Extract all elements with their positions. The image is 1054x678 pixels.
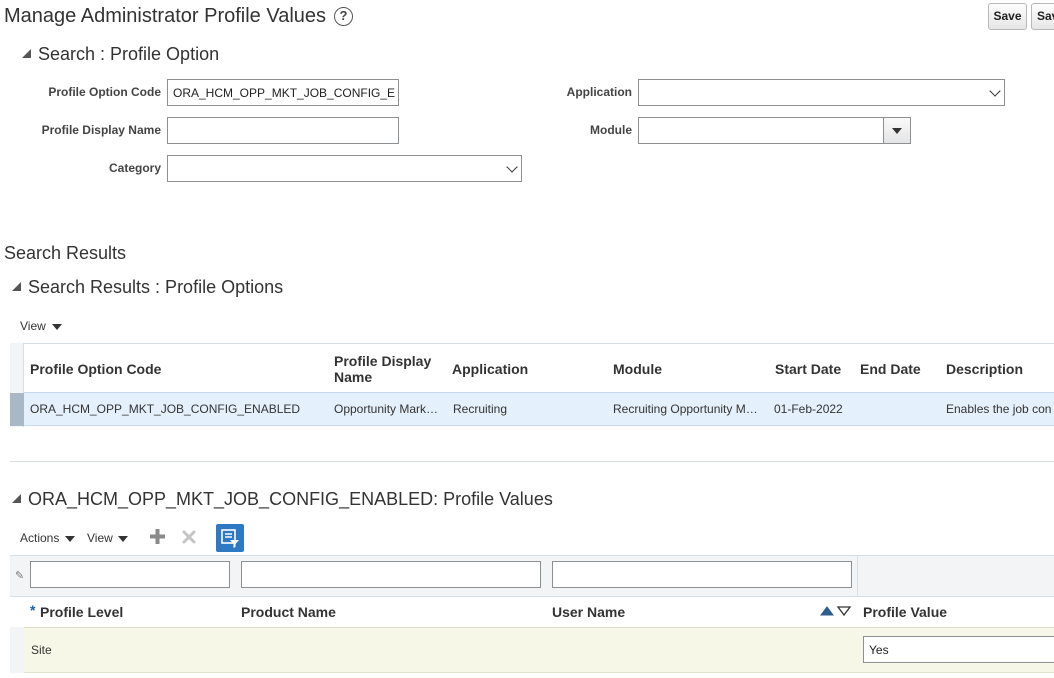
- collapse-triangle-icon[interactable]: [12, 494, 21, 503]
- page-title: Manage Administrator Profile Values: [4, 5, 327, 27]
- cell-profile-level: Site: [31, 643, 52, 657]
- profile-value-input[interactable]: Yes: [863, 636, 1054, 663]
- profile-level-filter-input[interactable]: [30, 561, 230, 588]
- add-icon[interactable]: [149, 528, 166, 549]
- col-header-start-date[interactable]: Start Date: [775, 361, 841, 377]
- caret-down-icon: [65, 536, 75, 542]
- sort-icon[interactable]: [820, 604, 852, 621]
- col-header-user-name[interactable]: User Name: [552, 604, 625, 620]
- application-label: Application: [566, 85, 632, 99]
- delete-icon[interactable]: [181, 529, 197, 549]
- cell-module: Recruiting Opportunity M…: [613, 402, 758, 416]
- profile-options-section-title: Search Results : Profile Options: [28, 277, 284, 297]
- category-label: Category: [108, 161, 161, 175]
- col-header-profile-display-name-line1: Profile Display: [334, 353, 432, 369]
- category-select[interactable]: [167, 155, 522, 182]
- edit-pencil-icon: ✎: [15, 570, 25, 582]
- column-divider: [857, 556, 858, 596]
- col-header-product-name[interactable]: Product Name: [241, 604, 336, 620]
- product-name-filter-input[interactable]: [241, 561, 541, 588]
- table-top-border: [10, 343, 1054, 344]
- col-header-module[interactable]: Module: [613, 361, 662, 377]
- help-icon[interactable]: ?: [334, 7, 353, 26]
- cell-application: Recruiting: [453, 402, 508, 416]
- save-and-close-button[interactable]: Sav: [1031, 3, 1054, 30]
- col-header-profile-display-name[interactable]: Profile Display Name: [334, 353, 431, 385]
- profile-display-name-input[interactable]: [167, 117, 399, 144]
- caret-down-icon: [52, 324, 62, 330]
- query-by-example-button[interactable]: [216, 524, 244, 552]
- selected-row-marker: [10, 393, 24, 426]
- save-button[interactable]: Save: [988, 3, 1027, 30]
- caret-down-icon: [892, 128, 902, 134]
- actions-menu[interactable]: Actions: [20, 531, 59, 545]
- table-bottom-border: [10, 461, 1054, 462]
- view-menu-label: View: [20, 319, 46, 333]
- module-combobox[interactable]: [638, 117, 911, 144]
- profile-display-name-label: Profile Display Name: [41, 123, 161, 137]
- view-menu[interactable]: View: [20, 319, 46, 333]
- col-header-description[interactable]: Description: [946, 361, 1023, 377]
- cell-profile-display-name: Opportunity Mark…: [334, 402, 439, 416]
- col-header-end-date[interactable]: End Date: [860, 361, 921, 377]
- profile-values-section-title: ORA_HCM_OPP_MKT_JOB_CONFIG_ENABLED: Prof…: [28, 489, 553, 509]
- cell-description: Enables the job con: [946, 402, 1052, 416]
- search-results-heading: Search Results: [4, 243, 127, 263]
- filter-icon: [221, 529, 239, 548]
- collapse-triangle-icon[interactable]: [22, 49, 31, 58]
- application-select[interactable]: [638, 79, 1005, 106]
- caret-down-icon: [118, 536, 128, 542]
- view-menu-label: View: [87, 531, 113, 545]
- cell-start-date: 01-Feb-2022: [774, 402, 843, 416]
- module-label: Module: [590, 123, 632, 137]
- col-header-profile-option-code[interactable]: Profile Option Code: [30, 361, 161, 377]
- col-header-profile-level[interactable]: Profile Level: [40, 604, 123, 620]
- user-name-filter-input[interactable]: [552, 561, 852, 588]
- col-header-profile-display-name-line2: Name: [334, 369, 373, 385]
- col-header-application[interactable]: Application: [452, 361, 528, 377]
- collapse-triangle-icon[interactable]: [12, 282, 21, 291]
- col-header-profile-value[interactable]: Profile Value: [863, 604, 947, 620]
- actions-menu-label: Actions: [20, 531, 60, 545]
- module-dropdown-button[interactable]: [883, 118, 910, 143]
- view-menu[interactable]: View: [87, 531, 113, 545]
- cell-profile-option-code: ORA_HCM_OPP_MKT_JOB_CONFIG_ENABLED: [30, 402, 301, 416]
- required-marker: *: [30, 602, 36, 618]
- profile-option-code-input[interactable]: ORA_HCM_OPP_MKT_JOB_CONFIG_E: [167, 79, 399, 106]
- search-section-title: Search : Profile Option: [38, 44, 220, 64]
- profile-option-code-label: Profile Option Code: [48, 85, 161, 99]
- row-header-cell: [10, 627, 24, 673]
